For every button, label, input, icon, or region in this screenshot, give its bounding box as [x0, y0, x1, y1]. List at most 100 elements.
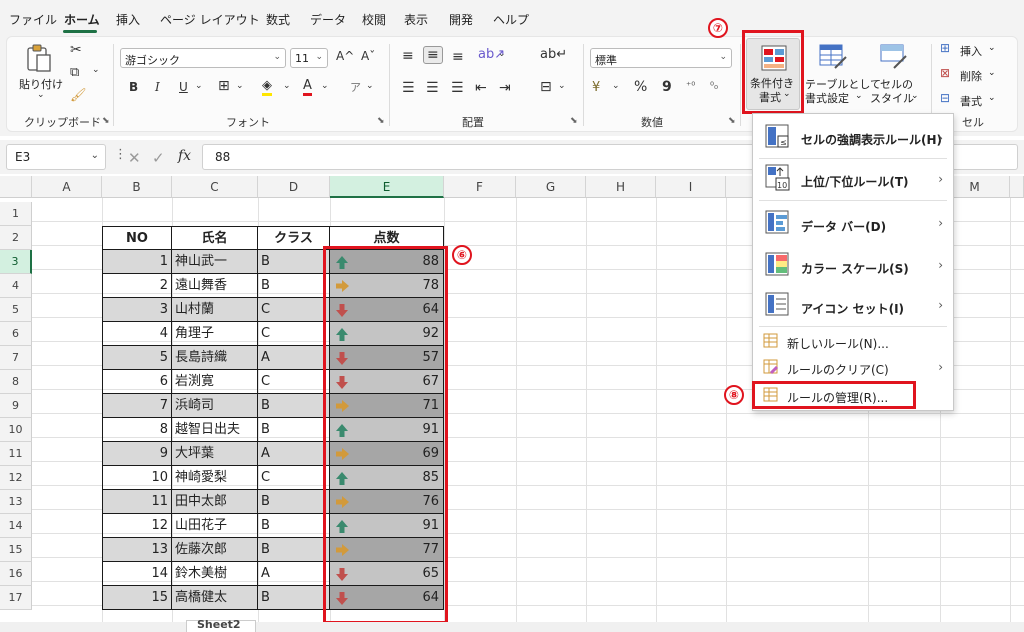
align-bottom-icon[interactable]: ≡: [452, 49, 464, 65]
align-middle-icon[interactable]: ≡: [423, 46, 443, 64]
menu-item-new-rule[interactable]: 新しいルール(N)...: [753, 330, 953, 354]
decrease-indent-icon[interactable]: ⇤: [475, 80, 487, 96]
column-header-d[interactable]: D: [258, 176, 330, 198]
cell-name[interactable]: 長島詩織: [172, 346, 258, 370]
column-header-n[interactable]: [1010, 176, 1024, 198]
cut-icon[interactable]: ✂: [70, 42, 82, 58]
bold-button[interactable]: B: [129, 80, 138, 94]
cell-no[interactable]: 7: [102, 394, 172, 418]
cell-score[interactable]: 77: [330, 538, 444, 562]
menu-formulas[interactable]: 数式: [266, 11, 290, 28]
row-header[interactable]: 7: [0, 346, 32, 370]
align-right-icon[interactable]: ☰: [451, 80, 464, 96]
merge-center-icon[interactable]: ⊟: [540, 79, 552, 95]
row-header[interactable]: 9: [0, 394, 32, 418]
paste-dropdown-icon[interactable]: ⌄: [37, 90, 45, 100]
cell-no[interactable]: 11: [102, 490, 172, 514]
cell-score[interactable]: 64: [330, 298, 444, 322]
column-header-i[interactable]: I: [656, 176, 726, 198]
menu-data[interactable]: データ: [310, 11, 346, 28]
cell-name[interactable]: 岩渕寛: [172, 370, 258, 394]
cell-name[interactable]: 佐藤次郎: [172, 538, 258, 562]
cell-score[interactable]: 76: [330, 490, 444, 514]
align-left-icon[interactable]: ☰: [402, 80, 415, 96]
format-button[interactable]: 書式: [960, 93, 982, 109]
cell-no[interactable]: 3: [102, 298, 172, 322]
menu-item-top-bottom-rules[interactable]: 10 上位/下位ルール(T) ›: [753, 162, 953, 196]
menu-item-icon-sets[interactable]: アイコン セット(I) ›: [753, 288, 953, 324]
cell-no[interactable]: 13: [102, 538, 172, 562]
column-header-f[interactable]: F: [444, 176, 516, 198]
format-as-table-icon[interactable]: [819, 44, 847, 70]
column-header-c[interactable]: C: [172, 176, 258, 198]
menu-page-layout[interactable]: ページ レイアウト: [160, 11, 260, 28]
align-center-icon[interactable]: ☰: [426, 80, 439, 96]
cell-score[interactable]: 91: [330, 418, 444, 442]
column-header-h[interactable]: H: [586, 176, 656, 198]
chevron-down-icon[interactable]: ⌄: [988, 68, 996, 78]
cell-class[interactable]: A: [258, 562, 330, 586]
cell-class[interactable]: B: [258, 514, 330, 538]
row-header[interactable]: 6: [0, 322, 32, 346]
cell-no[interactable]: 9: [102, 442, 172, 466]
row-header[interactable]: 11: [0, 442, 32, 466]
cell-no[interactable]: 15: [102, 586, 172, 610]
row-header[interactable]: 10: [0, 418, 32, 442]
cell-class[interactable]: B: [258, 586, 330, 610]
percent-button[interactable]: %: [634, 79, 647, 95]
cell-name[interactable]: 大坪葉: [172, 442, 258, 466]
cell-class[interactable]: B: [258, 538, 330, 562]
enter-icon[interactable]: ✓: [152, 149, 165, 167]
font-color-icon[interactable]: A: [303, 78, 312, 96]
menu-item-clear-rules[interactable]: ルールのクリア(C) ›: [753, 356, 953, 380]
row-header[interactable]: 2: [0, 226, 32, 250]
cell-styles-icon[interactable]: [880, 44, 908, 70]
currency-dropdown-icon[interactable]: ⌄: [612, 81, 620, 91]
cell-no[interactable]: 8: [102, 418, 172, 442]
cell-no[interactable]: 5: [102, 346, 172, 370]
cancel-icon[interactable]: ✕: [128, 149, 141, 167]
conditional-formatting-button[interactable]: 条件付き 書式 ⌄: [746, 38, 800, 110]
cell-no[interactable]: 10: [102, 466, 172, 490]
currency-icon[interactable]: ¥: [592, 80, 600, 95]
cell-class[interactable]: B: [258, 250, 330, 274]
align-top-icon[interactable]: ≡: [402, 48, 414, 64]
menu-review[interactable]: 校閲: [362, 11, 386, 28]
format-cells-icon[interactable]: ⊟: [940, 91, 950, 105]
insert-button[interactable]: 挿入: [960, 43, 982, 59]
format-as-table-label-2[interactable]: 書式設定: [805, 90, 849, 106]
cell-score[interactable]: 71: [330, 394, 444, 418]
chevron-down-icon[interactable]: ⌄: [855, 91, 863, 101]
clipboard-launcher-icon[interactable]: ⬊: [102, 116, 110, 126]
underline-dropdown-icon[interactable]: ⌄: [195, 81, 203, 91]
paste-icon[interactable]: [26, 44, 52, 74]
copy-icon[interactable]: ⧉: [70, 65, 79, 80]
row-header[interactable]: 17: [0, 586, 32, 610]
phonetic-icon[interactable]: ア: [350, 79, 361, 95]
border-dropdown-icon[interactable]: ⌄: [236, 81, 244, 91]
cell-score[interactable]: 85: [330, 466, 444, 490]
menu-item-highlight-cells-rules[interactable]: ≤ セルの強調表示ルール(H) ›: [753, 122, 953, 156]
cell-name[interactable]: 山村蘭: [172, 298, 258, 322]
cell-no[interactable]: 1: [102, 250, 172, 274]
more-options-icon[interactable]: ⋮: [114, 147, 127, 162]
copy-dropdown-icon[interactable]: ⌄: [92, 65, 100, 75]
cell-score[interactable]: 91: [330, 514, 444, 538]
column-header-a[interactable]: A: [32, 176, 102, 198]
cell-styles-label-2[interactable]: スタイル: [870, 90, 914, 106]
fill-dropdown-icon[interactable]: ⌄: [283, 81, 291, 91]
decrease-decimal-icon[interactable]: ⁰₀: [710, 81, 718, 92]
cell-score[interactable]: 92: [330, 322, 444, 346]
row-header[interactable]: 14: [0, 514, 32, 538]
menu-view[interactable]: 表示: [404, 11, 428, 28]
cell-name[interactable]: 角理子: [172, 322, 258, 346]
format-painter-icon[interactable]: 🖌: [70, 88, 87, 103]
column-header-e[interactable]: E: [330, 176, 444, 198]
menu-item-manage-rules[interactable]: ルールの管理(R)...: [753, 384, 953, 408]
cell-name[interactable]: 神山武一: [172, 250, 258, 274]
number-format-combo[interactable]: 標準 ⌄: [590, 48, 732, 68]
menu-developer[interactable]: 開発: [449, 11, 473, 28]
row-header[interactable]: 3: [0, 250, 32, 274]
cell-class[interactable]: C: [258, 466, 330, 490]
italic-button[interactable]: I: [155, 80, 160, 94]
